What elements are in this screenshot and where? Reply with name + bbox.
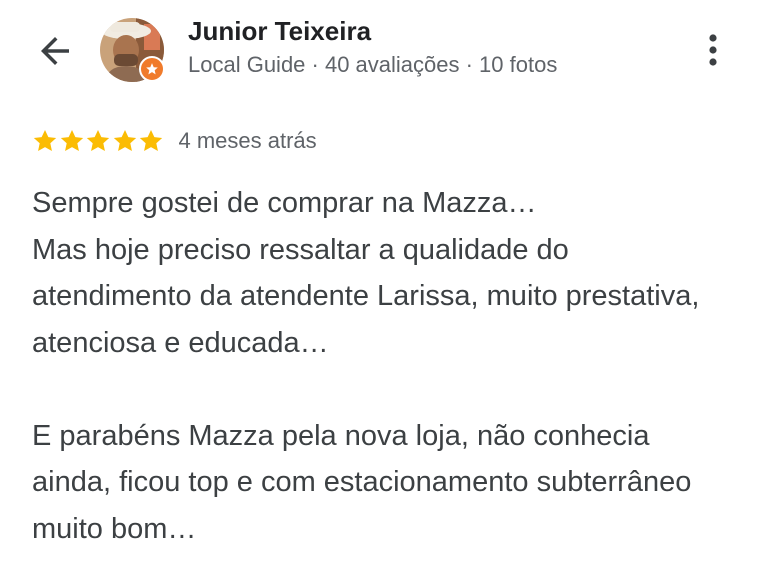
rating-row: 4 meses atrás xyxy=(32,124,317,158)
more-vert-icon xyxy=(709,34,717,66)
star-icon xyxy=(139,129,163,151)
review-date: 4 meses atrás xyxy=(178,128,317,153)
star-icon xyxy=(86,129,110,151)
review-header: Junior Teixeira Local Guide · 40 avaliaç… xyxy=(0,0,768,100)
local-guide-star-icon xyxy=(146,63,158,75)
star-icon xyxy=(33,129,57,151)
star-icon xyxy=(113,129,136,151)
local-guide-badge xyxy=(139,56,165,82)
more-options-button[interactable] xyxy=(696,30,730,72)
arrow-back-icon xyxy=(41,37,69,65)
star-rating xyxy=(32,128,165,154)
back-button[interactable] xyxy=(34,30,76,72)
review-text: Sempre gostei de comprar na Mazza… Mas h… xyxy=(32,187,700,545)
star-icon xyxy=(60,129,83,151)
user-meta: Local Guide · 40 avaliações · 10 fotos xyxy=(188,52,558,77)
user-name[interactable]: Junior Teixeira xyxy=(188,16,371,47)
